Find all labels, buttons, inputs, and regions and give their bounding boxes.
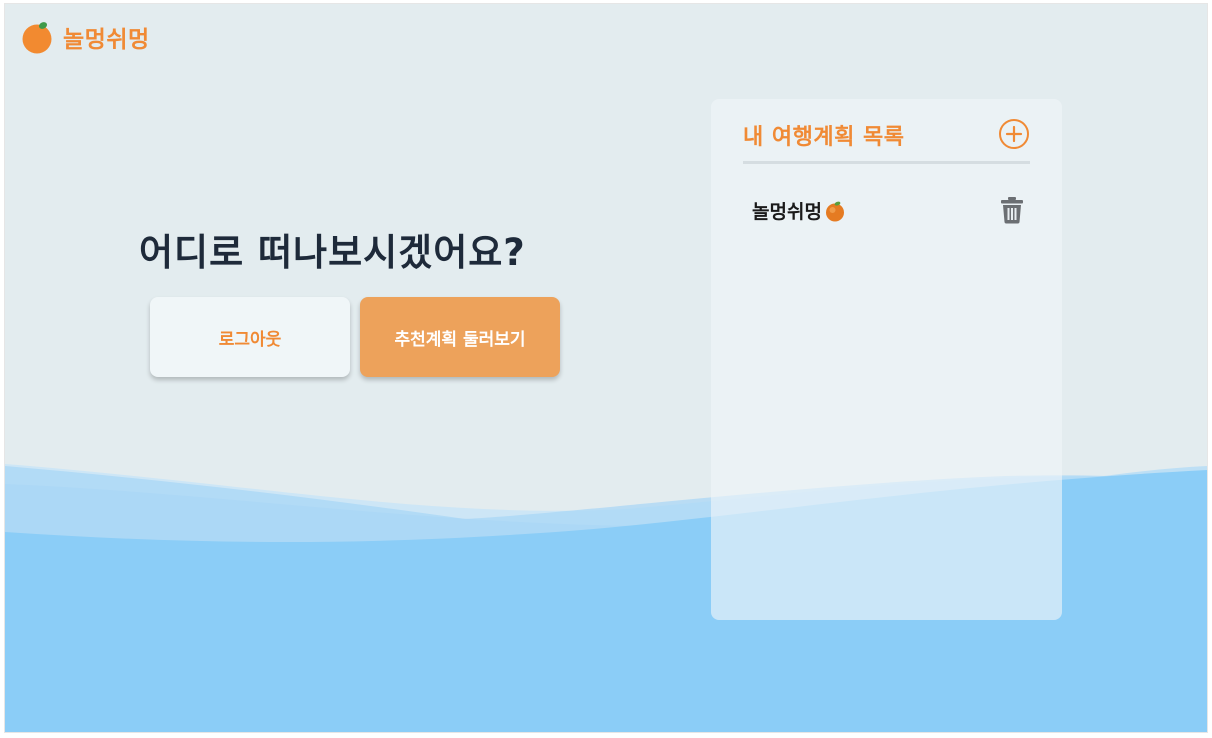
panel-header: 내 여행계획 목록 [743, 115, 1030, 164]
tangerine-icon [825, 201, 844, 221]
tangerine-icon [22, 22, 52, 54]
add-plan-button[interactable] [998, 118, 1030, 150]
plan-item-name: 놀멍쉬멍 [752, 201, 822, 223]
logout-button[interactable]: 로그아웃 [150, 297, 350, 377]
plus-circle-icon [999, 119, 1029, 149]
browse-recommended-plans-button[interactable]: 추천계획 둘러보기 [360, 297, 560, 377]
delete-plan-button[interactable] [1000, 195, 1026, 225]
my-plans-panel: 내 여행계획 목록 놀멍쉬멍 [711, 99, 1062, 620]
plan-item-link[interactable]: 놀멍쉬멍 [752, 197, 846, 224]
app-window: 놀멍쉬멍 어디로 떠나보시겠어요? 로그아웃 추천계획 둘러보기 내 여행계획 … [5, 4, 1207, 732]
logo-text: 놀멍쉬멍 [63, 27, 150, 53]
panel-title: 내 여행계획 목록 [743, 125, 905, 150]
plan-list-item: 놀멍쉬멍 [752, 191, 1030, 231]
app-logo[interactable]: 놀멍쉬멍 [21, 20, 150, 54]
page-headline: 어디로 떠나보시겠어요? [139, 231, 526, 274]
trash-icon [1001, 197, 1023, 224]
